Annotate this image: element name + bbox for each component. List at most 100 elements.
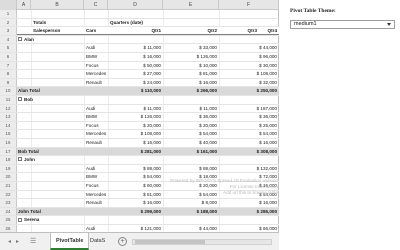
qtr1-total-cell[interactable]: $ 281,000 [108,148,163,156]
qtr3-value-cell[interactable]: $ 10,000 [163,62,219,70]
add-sheet-button[interactable]: + [118,237,127,246]
qtr3-value-cell[interactable]: $ 40,000 [163,139,219,147]
next-sheet-icon[interactable]: ▸ [16,238,19,245]
row-number[interactable]: 11 [0,96,17,104]
qtr1-value-cell[interactable]: $ 16,000 [108,199,163,207]
row-number[interactable]: 19 [0,164,17,173]
qtr1-value-cell[interactable]: $ 20,000 [108,122,163,130]
car-name-cell[interactable]: BMW [86,113,110,121]
car-name-cell[interactable]: Renault [86,79,110,87]
qtr4-value-cell[interactable]: $ 187,000 [219,105,279,113]
column-header-d[interactable]: D [108,0,163,10]
car-name-cell[interactable]: Mercedes [86,191,110,199]
cell-grid[interactable]: 1 2 Totals Quarters (date) 3 Salesperson Cars Q… [0,10,279,232]
qtr4-value-cell[interactable]: $ 66,000 [219,225,279,232]
car-name-cell[interactable]: Focus [86,182,110,190]
quarters-field-label[interactable]: Quarters (date) [110,19,170,27]
qtr4-total-cell[interactable]: $ 286,000 [219,208,279,216]
group-total-label[interactable]: Bob Total [18,148,88,156]
column-header-f[interactable]: F [219,0,279,10]
select-all-corner[interactable] [0,0,17,10]
qtr3-value-cell[interactable]: $ 88,000 [163,165,219,173]
row-number[interactable]: 15 [0,130,17,138]
row-number[interactable]: 2 [0,18,17,27]
car-name-cell[interactable]: BMW [86,53,110,61]
group-total-label[interactable]: John Total [18,208,88,216]
qtr1-value-cell[interactable]: $ 121,000 [108,225,163,232]
qtr3-total-cell[interactable]: $ 161,000 [163,148,219,156]
row-number[interactable]: 26 [0,225,17,232]
sheet-tab-datasource[interactable]: DataS [85,233,107,250]
row-number[interactable]: 9 [0,78,17,87]
salesperson-group-label[interactable]: Bob [18,96,78,104]
car-name-cell[interactable]: Audi [86,225,110,232]
qtr4-value-cell[interactable]: $ 96,000 [219,53,279,61]
row-number[interactable]: 21 [0,182,17,190]
car-name-cell[interactable]: Audi [86,105,110,113]
qtr3-value-cell[interactable]: $ 33,000 [163,44,219,52]
row-number[interactable]: 25 [0,216,17,224]
horizontal-scrollbar[interactable] [132,239,272,245]
qtr3-value-cell[interactable]: $ 36,000 [163,113,219,121]
qtr1-value-cell[interactable]: $ 24,000 [108,79,163,87]
qtr4-total-cell[interactable]: $ 250,000 [219,87,279,95]
car-name-cell[interactable]: Audi [86,165,110,173]
qtr1-value-cell[interactable]: $ 60,000 [108,182,163,190]
qtr4-value-cell[interactable]: $ 36,000 [219,113,279,121]
collapse-toggle-icon[interactable] [18,157,22,162]
column-header-b[interactable]: B [31,0,84,10]
cars-field-label[interactable]: Cars [86,27,110,35]
row-number[interactable]: 10 [0,87,17,95]
row-number[interactable]: 1 [0,10,17,18]
qtr1-value-cell[interactable]: $ 50,000 [108,62,163,70]
row-number[interactable]: 8 [0,70,17,78]
scrollbar-thumb[interactable] [135,240,205,244]
qtr3-value-cell[interactable]: $ 8,000 [163,199,219,207]
qtr4-value-cell[interactable]: $ 108,000 [219,70,279,78]
salesperson-group-label[interactable]: Serena [18,216,78,224]
sheet-list-icon[interactable]: ☰ [30,237,36,245]
car-name-cell[interactable]: Mercedes [86,70,110,78]
qtr4-value-cell[interactable]: $ 54,000 [219,130,279,138]
qtr1-value-cell[interactable]: $ 126,000 [108,113,163,121]
row-number[interactable]: 23 [0,199,17,207]
qtr4-value-cell[interactable]: $ 30,000 [219,62,279,70]
qtr1-total-cell[interactable]: $ 110,000 [108,87,163,95]
qtr4-value-cell[interactable]: $ 16,000 [219,199,279,207]
row-number[interactable]: 17 [0,147,17,156]
row-number[interactable]: 5 [0,44,17,52]
qtr1-value-cell[interactable]: $ 54,000 [108,173,163,181]
row-number[interactable]: 24 [0,207,17,216]
qtr4-value-cell[interactable]: $ 16,000 [219,139,279,147]
theme-select[interactable]: medium1 [290,20,395,29]
group-total-label[interactable]: Alan Total [18,87,88,95]
car-name-cell[interactable]: BMW [86,173,110,181]
salesperson-field-label[interactable]: Salesperson [33,27,86,35]
qtr1-value-cell[interactable]: $ 11,000 [108,105,163,113]
column-header-e[interactable]: E [163,0,219,10]
row-number[interactable]: 3 [0,27,17,35]
row-number[interactable]: 20 [0,173,17,181]
qtr1-value-cell[interactable]: $ 88,000 [108,165,163,173]
qtr4-value-cell[interactable]: $ 25,000 [219,122,279,130]
car-name-cell[interactable]: Renault [86,199,110,207]
collapse-toggle-icon[interactable] [18,217,22,222]
car-name-cell[interactable]: Renault [86,139,110,147]
qtr1-value-cell[interactable]: $ 27,000 [108,70,163,78]
qtr4-value-cell[interactable]: $ 32,000 [219,79,279,87]
row-number[interactable]: 14 [0,121,17,130]
row-number[interactable]: 16 [0,139,17,147]
column-header-c[interactable]: C [84,0,108,10]
qtr4-value-cell[interactable]: $ 44,000 [219,44,279,52]
row-number[interactable]: 22 [0,190,17,199]
qtr3-value-cell[interactable]: $ 126,000 [163,53,219,61]
row-number[interactable]: 7 [0,61,17,70]
qtr1-total-cell[interactable]: $ 299,000 [108,208,163,216]
car-name-cell[interactable]: Focus [86,62,110,70]
row-number[interactable]: 4 [0,35,17,44]
qtr1-value-cell[interactable]: $ 16,000 [108,53,163,61]
prev-sheet-icon[interactable]: ◂ [8,238,11,245]
car-name-cell[interactable]: Mercedes [86,130,110,138]
salesperson-group-label[interactable]: Alan [18,36,78,44]
row-number[interactable]: 6 [0,53,17,61]
